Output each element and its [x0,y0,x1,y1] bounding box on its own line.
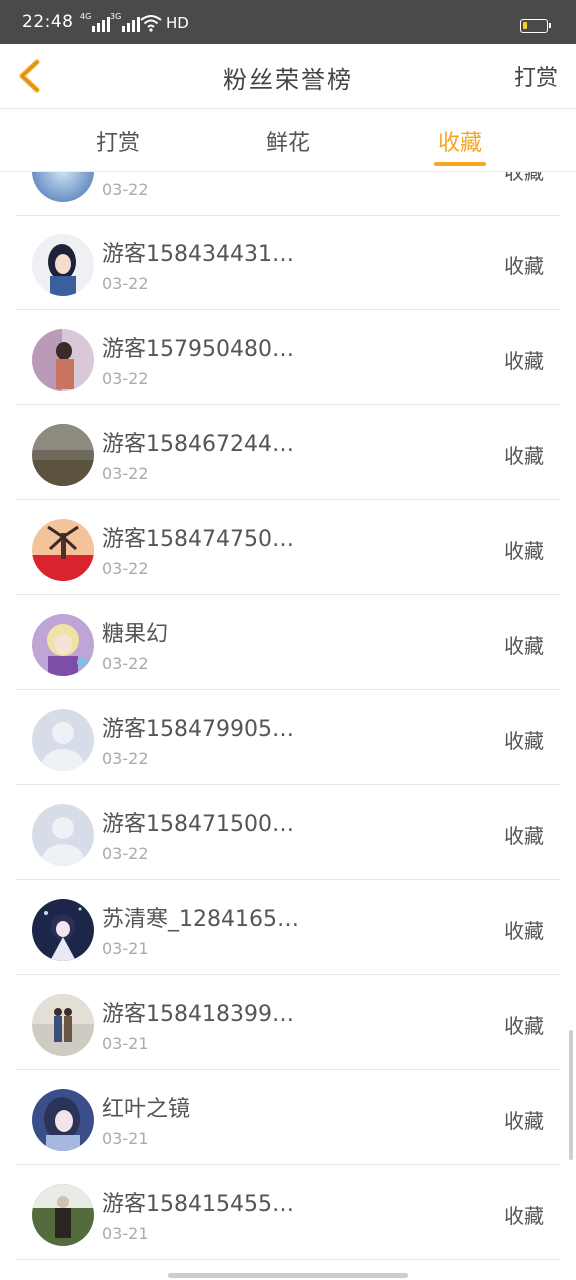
app-header: 粉丝荣誉榜 打赏 [0,44,576,109]
date: 03-21 [102,1034,149,1053]
list-item[interactable]: 糖果幻 03-22 收藏 [16,596,560,690]
favorite-label: 收藏 [504,919,544,943]
avatar [32,234,94,296]
list-item[interactable]: 游客158479905… 03-22 收藏 [16,691,560,785]
list-item[interactable]: 游客158467244… 03-22 收藏 [16,406,560,500]
wifi-icon [140,15,162,32]
favorite-label: 收藏 [504,729,544,753]
user-name: 游客158415455… [102,1192,294,1217]
user-name: 游客158474750… [102,527,294,552]
date: 03-21 [102,1224,149,1243]
cell-signal-icon: 4G [80,12,110,32]
user-name: 游客158434431… [102,242,294,267]
scrollbar[interactable] [569,1030,573,1160]
date: 03-22 [102,654,149,673]
avatar [32,709,94,771]
date: 03-22 [102,749,149,768]
date: 03-22 [102,369,149,388]
user-name: 游客158467244… [102,432,294,457]
tab-favorites[interactable]: 收藏 [410,125,510,157]
battery-icon [520,19,551,33]
avatar [32,899,94,961]
avatar [32,519,94,581]
date: 03-21 [102,939,149,958]
avatar [32,994,94,1056]
avatar [32,424,94,486]
page-title: 粉丝荣誉榜 [223,66,353,94]
avatar [32,614,94,676]
home-indicator[interactable] [168,1273,408,1278]
user-name: 红叶之镜 [102,1097,191,1122]
favorite-label: 收藏 [504,824,544,848]
user-name: 游客157950480… [102,337,294,362]
favorite-label: 收藏 [504,349,544,373]
favorite-label: 收藏 [504,444,544,468]
avatar [32,329,94,391]
user-name: 游客158471500… [102,812,294,837]
favorite-label: 收藏 [504,1014,544,1038]
list-item[interactable]: 游客158434431… 03-22 收藏 [16,216,560,310]
user-name: 糖果幻 [102,622,169,647]
list-item[interactable]: 03-22 收藏 [16,172,560,216]
default-user-icon [32,709,94,771]
date: 03-21 [102,1129,149,1148]
date: 03-22 [102,844,149,863]
favorite-label: 收藏 [504,254,544,278]
clock: 22:48 [22,12,74,32]
user-name: 苏清寒_1284165… [102,907,299,932]
list-item[interactable]: 游客158418399… 03-21 收藏 [16,976,560,1070]
date: 03-22 [102,274,149,293]
avatar [32,1184,94,1246]
avatar [32,172,94,202]
favorite-label: 收藏 [504,539,544,563]
tab-flowers[interactable]: 鲜花 [238,125,338,157]
favorite-label: 收藏 [504,1204,544,1228]
date: 03-22 [102,464,149,483]
avatar [32,804,94,866]
favorite-label: 收藏 [504,1109,544,1133]
avatar [32,1089,94,1151]
list-item[interactable]: 游客157950480… 03-22 收藏 [16,311,560,405]
favorite-label: 收藏 [504,172,544,184]
tab-bar: 打赏 鲜花 收藏 [0,109,576,172]
list-item[interactable]: 游客158471500… 03-22 收藏 [16,786,560,880]
favorite-label: 收藏 [504,634,544,658]
date: 03-22 [102,559,149,578]
list-item[interactable]: 红叶之镜 03-21 收藏 [16,1071,560,1165]
status-bar: 22:48 4G 3G HD [0,0,576,44]
list-item[interactable]: 游客158474750… 03-22 收藏 [16,501,560,595]
cell-signal-icon-2: 3G [110,12,140,32]
user-name: 游客158418399… [102,1002,294,1027]
date: 03-22 [102,180,149,199]
default-user-icon [32,804,94,866]
list-item[interactable]: 苏清寒_1284165… 03-21 收藏 [16,881,560,975]
tab-reward[interactable]: 打赏 [68,125,168,157]
active-tab-indicator [434,162,486,166]
fan-list: 03-22 收藏 游客158434431… 03-22 收藏 游客1579504… [0,172,576,1266]
user-name: 游客158479905… [102,717,294,742]
hd-indicator: HD [166,14,189,32]
list-item[interactable]: 游客158415455… 03-21 收藏 [16,1166,560,1260]
reward-button[interactable]: 打赏 [514,60,558,92]
